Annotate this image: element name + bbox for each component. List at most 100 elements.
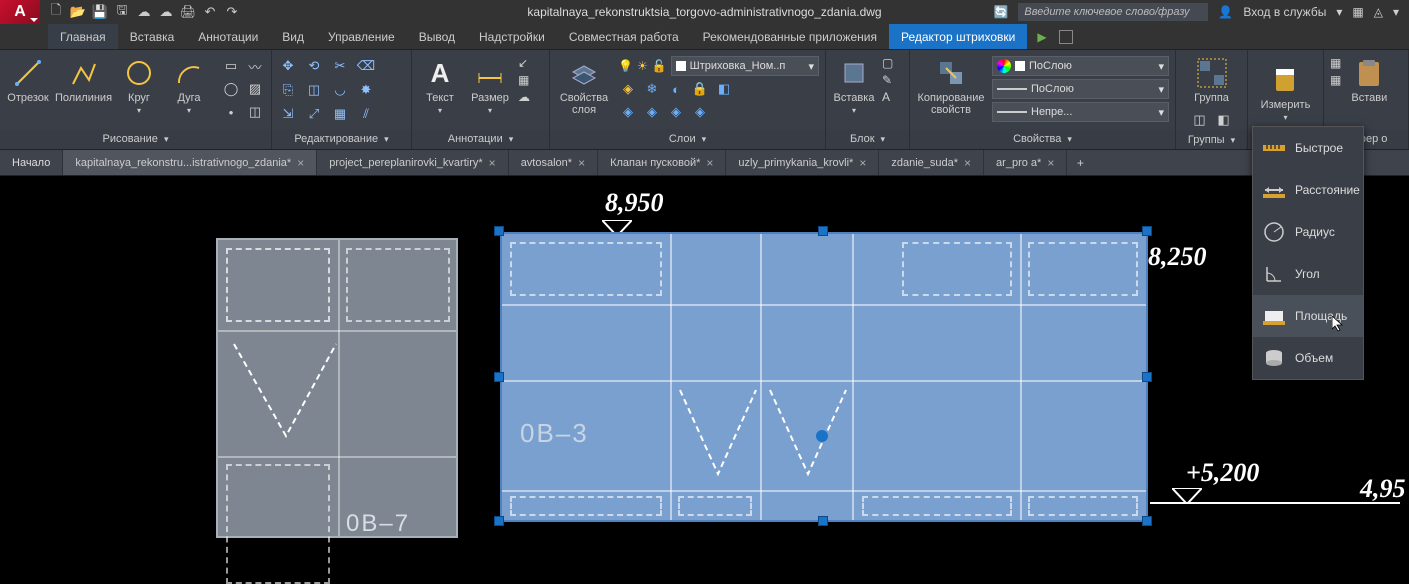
selection-grip[interactable] <box>818 516 828 526</box>
panel-draw-title[interactable]: Рисование <box>0 129 271 149</box>
measure-volume[interactable]: Объем <box>1253 337 1363 379</box>
paste-button[interactable]: Встави <box>1347 56 1391 104</box>
doc-tab-1[interactable]: kapitalnaya_rekonstru...istrativnogo_zda… <box>63 150 317 175</box>
panel-block-title[interactable]: Блок <box>826 129 909 149</box>
dimension-button[interactable]: Размер▾ <box>468 56 512 115</box>
block-attr-icon[interactable]: A <box>882 90 893 104</box>
tab-addins[interactable]: Надстройки <box>467 24 557 49</box>
layer-properties-button[interactable]: Свойства слоя <box>556 56 612 116</box>
cloud-save-icon[interactable]: ☁ <box>158 4 174 20</box>
table-icon[interactable]: ▦ <box>518 73 530 87</box>
close-icon[interactable]: × <box>1047 156 1054 170</box>
doc-tab-2[interactable]: project_pereplanirovki_kvartiry*× <box>317 150 508 175</box>
trim-icon[interactable]: ✂ <box>330 56 350 76</box>
offset-icon[interactable]: ⫽ <box>356 104 376 124</box>
autodesk-app-icon[interactable]: ◬ <box>1374 5 1383 19</box>
move-icon[interactable]: ✥ <box>278 56 298 76</box>
close-icon[interactable]: × <box>578 156 585 170</box>
arc-button[interactable]: Дуга▾ <box>167 56 211 115</box>
play-icon[interactable]: ▶ <box>1037 24 1046 49</box>
selection-grip[interactable] <box>494 516 504 526</box>
selection-grip[interactable] <box>1142 516 1152 526</box>
fillet-icon[interactable]: ◡ <box>330 80 350 100</box>
color-combo[interactable]: ПоСлою▾ <box>992 56 1169 76</box>
explode-icon[interactable]: ✸ <box>356 80 376 100</box>
panel-properties-title[interactable]: Свойства <box>910 129 1175 149</box>
layer-c-icon[interactable]: ◈ <box>666 102 686 122</box>
measure-angle[interactable]: Угол <box>1253 253 1363 295</box>
panel-groups-title[interactable]: Группы <box>1176 130 1247 149</box>
save-icon[interactable]: 💾 <box>92 4 108 20</box>
block-create-icon[interactable]: ▢ <box>882 56 893 70</box>
layer-off-icon[interactable]: ◐ <box>666 79 686 99</box>
region-icon[interactable]: ◫ <box>245 102 265 122</box>
doc-tab-7[interactable]: ar_pro a*× <box>984 150 1067 175</box>
doc-tab-start[interactable]: Начало <box>0 150 63 175</box>
selection-center-grip[interactable] <box>816 430 828 442</box>
cart-icon[interactable]: ▦ <box>1352 5 1363 19</box>
close-icon[interactable]: × <box>297 156 304 170</box>
ribbon-minimize-icon[interactable] <box>1059 30 1073 44</box>
line-button[interactable]: Отрезок <box>6 56 50 104</box>
group-button[interactable]: Группа <box>1190 56 1234 104</box>
measure-area[interactable]: Площадь <box>1253 295 1363 337</box>
doc-tab-6[interactable]: zdanie_suda*× <box>879 150 984 175</box>
doc-tab-5[interactable]: uzly_primykania_krovli*× <box>726 150 879 175</box>
measure-radius[interactable]: Радиус <box>1253 211 1363 253</box>
saveas-icon[interactable]: 🖫 <box>114 4 130 20</box>
layer-lock-icon[interactable]: 🔓 <box>652 59 667 73</box>
layer-a-icon[interactable]: ◈ <box>618 102 638 122</box>
signin-dropdown-icon[interactable]: ▾ <box>1336 5 1342 19</box>
layer-sun-icon[interactable]: ☀ <box>637 59 648 73</box>
point-icon[interactable]: • <box>221 102 241 122</box>
layer-freeze-icon[interactable]: ❄ <box>642 79 662 99</box>
help-search-input[interactable]: Введите ключевое слово/фразу <box>1018 3 1208 21</box>
measure-quick[interactable]: Быстрое <box>1253 127 1363 169</box>
panel-modify-title[interactable]: Редактирование <box>272 129 411 149</box>
tab-collab[interactable]: Совместная работа <box>557 24 691 49</box>
doc-tab-3[interactable]: avtosalon*× <box>509 150 598 175</box>
close-icon[interactable]: × <box>964 156 971 170</box>
block-edit-icon[interactable]: ✎ <box>882 73 893 87</box>
cloud-open-icon[interactable]: ☁ <box>136 4 152 20</box>
layer-b-icon[interactable]: ◈ <box>642 102 662 122</box>
spline-icon[interactable]: 〰 <box>245 56 265 76</box>
help-dropdown-icon[interactable]: ▾ <box>1393 5 1399 19</box>
matchprop-button[interactable]: Копирование свойств <box>916 56 986 116</box>
undo-icon[interactable]: ↶ <box>202 4 218 20</box>
close-icon[interactable]: × <box>706 156 713 170</box>
close-icon[interactable]: × <box>859 156 866 170</box>
measure-distance[interactable]: Расстояние <box>1253 169 1363 211</box>
layer-match-icon[interactable]: ◧ <box>714 79 734 99</box>
measure-button[interactable]: Измерить▾ <box>1261 63 1311 122</box>
layer-iso-icon[interactable]: ◈ <box>618 79 638 99</box>
close-icon[interactable]: × <box>489 156 496 170</box>
polyline-button[interactable]: Полилиния <box>56 56 111 104</box>
cloud-icon[interactable]: ☁ <box>518 90 530 104</box>
tab-output[interactable]: Вывод <box>407 24 467 49</box>
selection-grip[interactable] <box>494 372 504 382</box>
stretch-icon[interactable]: ⇲ <box>278 104 298 124</box>
selection-grip[interactable] <box>494 226 504 236</box>
tab-insert[interactable]: Вставка <box>118 24 187 49</box>
drawing-canvas[interactable]: 8,950 8,250 + +5,200 4,95 0В–7 <box>0 176 1409 538</box>
share-icon[interactable]: 🔄 <box>993 5 1008 19</box>
tab-hatch-editor[interactable]: Редактор штриховки <box>889 24 1027 49</box>
clip-b-icon[interactable]: ▦ <box>1330 73 1341 87</box>
doc-tab-4[interactable]: Клапан пусковой*× <box>598 150 726 175</box>
layer-d-icon[interactable]: ◈ <box>690 102 710 122</box>
text-button[interactable]: A Текст▾ <box>418 56 462 115</box>
ellipse-icon[interactable]: ◯ <box>221 79 241 99</box>
selection-grip[interactable] <box>818 226 828 236</box>
rect-icon[interactable]: ▭ <box>221 56 241 76</box>
tab-manage[interactable]: Управление <box>316 24 407 49</box>
mirror-icon[interactable]: ◫ <box>304 80 324 100</box>
block-insert-button[interactable]: Вставка▾ <box>832 56 876 115</box>
tab-view[interactable]: Вид <box>270 24 316 49</box>
hatch-icon[interactable]: ▨ <box>245 79 265 99</box>
new-icon[interactable]: 🗋 <box>48 4 64 20</box>
plot-icon[interactable]: 🖨 <box>180 4 196 20</box>
new-doc-tab-icon[interactable]: + <box>1067 150 1093 175</box>
tab-home[interactable]: Главная <box>48 24 118 49</box>
open-icon[interactable]: 📂 <box>70 4 86 20</box>
